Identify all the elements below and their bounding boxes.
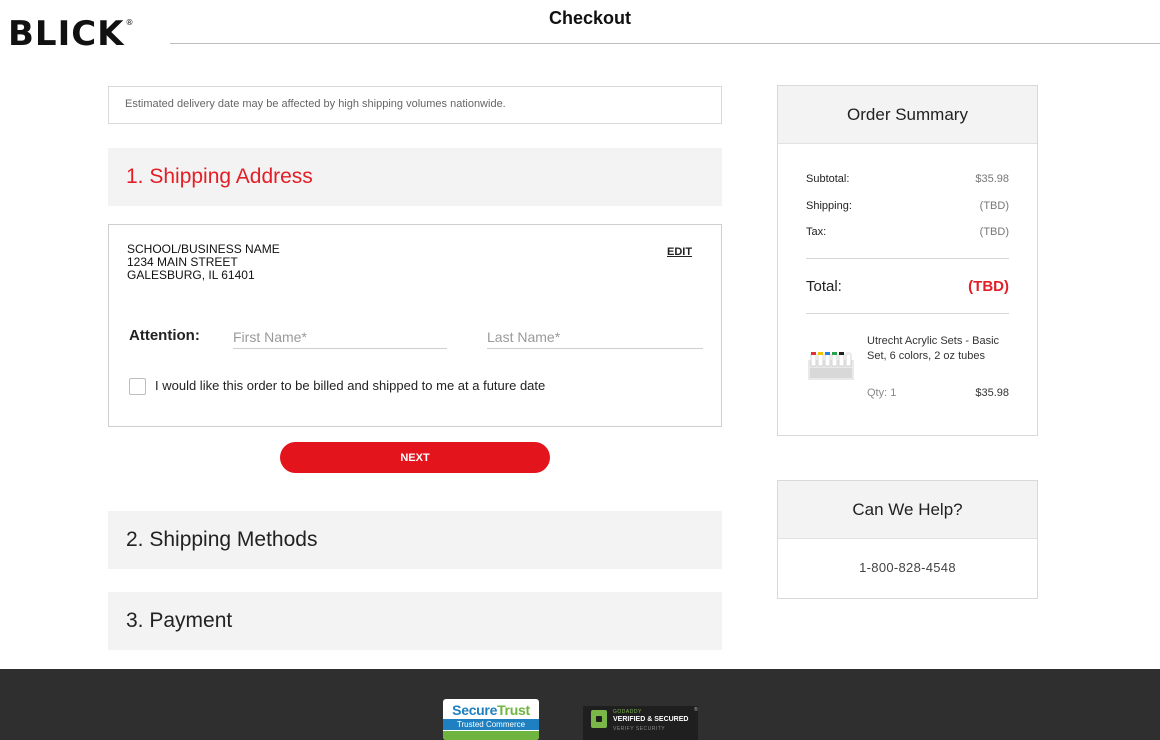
help-phone-link[interactable]: 1-800-828-4548 (778, 560, 1037, 575)
product-qty-row: Qty: 1 $35.98 (867, 387, 1009, 399)
godaddy-brand: GODADDY (613, 709, 642, 715)
subtotal-value: $35.98 (975, 173, 1009, 185)
lock-icon (591, 710, 607, 728)
subtotal-label: Subtotal: (806, 173, 850, 185)
shipping-label: Shipping: (806, 200, 852, 212)
section-payment[interactable]: 3. Payment (108, 592, 722, 650)
help-title: Can We Help? (778, 481, 1037, 539)
order-summary: Order Summary Subtotal: $35.98 Shipping:… (777, 85, 1038, 436)
edit-address-link[interactable]: EDIT (667, 246, 692, 258)
future-date-label[interactable]: I would like this order to be billed and… (155, 378, 545, 393)
tax-row: Tax: (TBD) (806, 226, 1009, 238)
header-divider (170, 43, 1160, 44)
section-title: 2. Shipping Methods (126, 528, 318, 551)
total-value: (TBD) (968, 278, 1009, 295)
tax-label: Tax: (806, 226, 827, 238)
securetrust-badge[interactable]: SecureTrust Trusted Commerce (443, 699, 539, 740)
section-title: 1. Shipping Address (126, 165, 313, 188)
help-box: Can We Help? 1-800-828-4548 (777, 480, 1038, 599)
product-qty: Qty: 1 (867, 387, 897, 399)
product-name-link[interactable]: Utrecht Acrylic Sets - Basic Set, 6 colo… (867, 334, 1017, 364)
subtotal-row: Subtotal: $35.98 (806, 173, 1009, 185)
securetrust-logo-text: SecureTrust (452, 702, 530, 718)
shipping-address-form: SCHOOL/BUSINESS NAME 1234 MAIN STREET GA… (108, 224, 722, 427)
godaddy-verify-text: VERIFY SECURITY (613, 726, 666, 732)
section-title: 3. Payment (126, 609, 233, 632)
product-thumbnail-icon[interactable] (806, 344, 856, 384)
summary-divider (806, 313, 1009, 314)
next-button[interactable]: NEXT (280, 442, 550, 473)
page-header: BLICK® Checkout (0, 0, 1160, 60)
total-label: Total: (806, 278, 842, 295)
summary-divider (806, 258, 1009, 259)
address-block: SCHOOL/BUSINESS NAME 1234 MAIN STREET GA… (127, 243, 280, 282)
section-shipping-methods[interactable]: 2. Shipping Methods (108, 511, 722, 569)
godaddy-verified-badge[interactable]: GODADDY VERIFIED & SECURED VERIFY SECURI… (583, 706, 698, 740)
future-date-checkbox[interactable] (129, 378, 146, 395)
securetrust-subtitle: Trusted Commerce (443, 719, 539, 730)
page-title: Checkout (548, 8, 631, 28)
product-price: $35.98 (975, 387, 1009, 399)
shipping-value: (TBD) (979, 200, 1009, 212)
godaddy-registered-mark: ® (694, 707, 698, 713)
section-shipping-address[interactable]: 1. Shipping Address (108, 148, 722, 206)
order-summary-title: Order Summary (778, 86, 1037, 144)
address-line: GALESBURG, IL 61401 (127, 268, 255, 282)
total-row: Total: (TBD) (806, 278, 1009, 295)
shipping-notice: Estimated delivery date may be affected … (108, 86, 722, 124)
godaddy-verified-text: VERIFIED & SECURED (613, 716, 689, 723)
page-footer: SecureTrust Trusted Commerce GODADDY VER… (0, 669, 1160, 740)
securetrust-bar (443, 731, 539, 740)
shipping-row: Shipping: (TBD) (806, 200, 1009, 212)
attention-label: Attention: (129, 327, 200, 344)
tax-value: (TBD) (979, 226, 1009, 238)
last-name-input[interactable] (487, 325, 703, 349)
first-name-input[interactable] (233, 325, 447, 349)
